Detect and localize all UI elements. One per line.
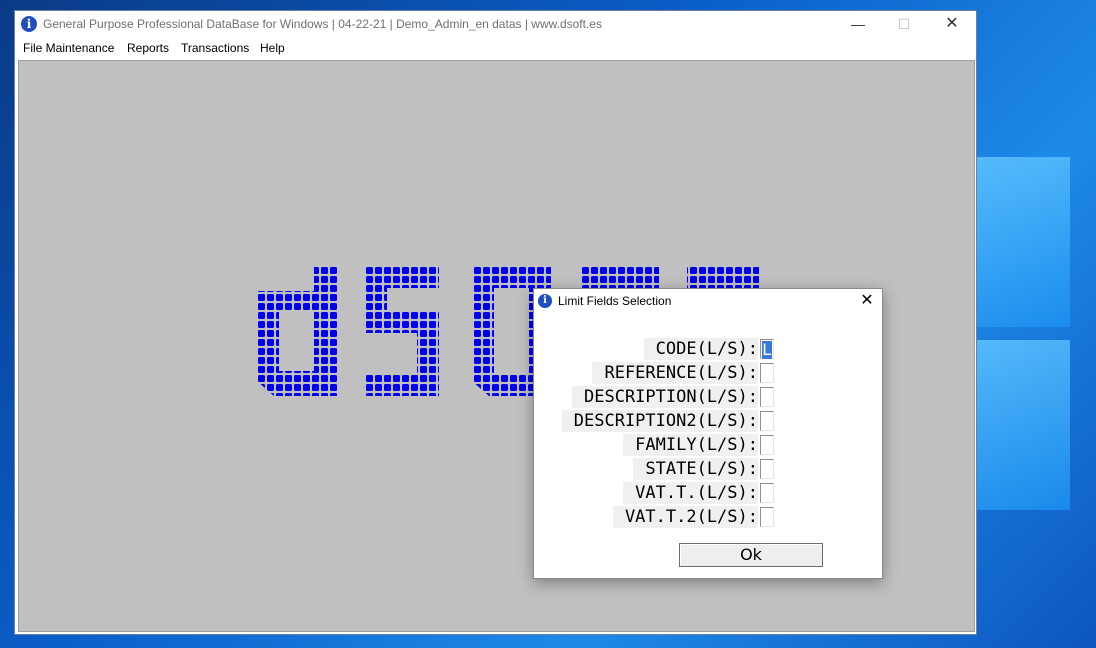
limit-fields-dialog: i Limit Fields Selection ✕ CODE(L/S): L … (533, 288, 883, 579)
field-row-vat-t: VAT.T.(L/S): (534, 482, 758, 506)
field-input-vat-t2[interactable] (760, 507, 774, 527)
windows-logo (975, 120, 1096, 520)
field-label-reference: REFERENCE(L/S): (592, 362, 758, 384)
field-input-reference[interactable] (760, 363, 774, 383)
field-label-state: STATE(L/S): (633, 458, 758, 480)
field-value-code: L (762, 340, 772, 359)
field-input-family[interactable] (760, 435, 774, 455)
field-row-code: CODE(L/S): (534, 338, 758, 362)
dialog-title: Limit Fields Selection (558, 294, 672, 308)
info-icon: i (538, 294, 552, 308)
menu-help[interactable]: Help (260, 41, 285, 55)
field-row-family: FAMILY(L/S): (534, 434, 758, 458)
field-label-vat-t2: VAT.T.2(L/S): (612, 506, 758, 528)
dialog-title-bar[interactable]: i Limit Fields Selection ✕ (534, 289, 882, 313)
menu-bar: File Maintenance Reports Transactions He… (15, 37, 976, 59)
field-label-description2: DESCRIPTION2(L/S): (561, 410, 758, 432)
field-input-description[interactable] (760, 387, 774, 407)
maximize-button[interactable]: ☐ (881, 11, 927, 37)
menu-reports[interactable]: Reports (127, 41, 169, 55)
field-row-description: DESCRIPTION(L/S): (534, 386, 758, 410)
field-input-vat-t[interactable] (760, 483, 774, 503)
info-icon[interactable]: i (21, 16, 37, 32)
field-input-description2[interactable] (760, 411, 774, 431)
field-label-vat-t: VAT.T.(L/S): (623, 482, 758, 504)
field-input-code[interactable]: L (760, 339, 774, 359)
field-input-state[interactable] (760, 459, 774, 479)
field-label-family: FAMILY(L/S): (623, 434, 758, 456)
field-label-code: CODE(L/S): (643, 338, 758, 360)
menu-file-maintenance[interactable]: File Maintenance (23, 41, 114, 55)
minimize-button[interactable]: — (835, 11, 881, 37)
title-bar[interactable]: i General Purpose Professional DataBase … (15, 11, 976, 37)
field-row-description2: DESCRIPTION2(L/S): (534, 410, 758, 434)
ok-button[interactable]: Ok (679, 543, 823, 567)
field-row-vat-t2: VAT.T.2(L/S): (534, 506, 758, 530)
field-label-description: DESCRIPTION(L/S): (572, 386, 758, 408)
menu-transactions[interactable]: Transactions (181, 41, 249, 55)
dialog-close-button[interactable]: ✕ (854, 290, 880, 312)
field-row-reference: REFERENCE(L/S): (534, 362, 758, 386)
close-button[interactable]: ✕ (929, 11, 975, 37)
field-row-state: STATE(L/S): (534, 458, 758, 482)
window-title: General Purpose Professional DataBase fo… (43, 17, 602, 31)
